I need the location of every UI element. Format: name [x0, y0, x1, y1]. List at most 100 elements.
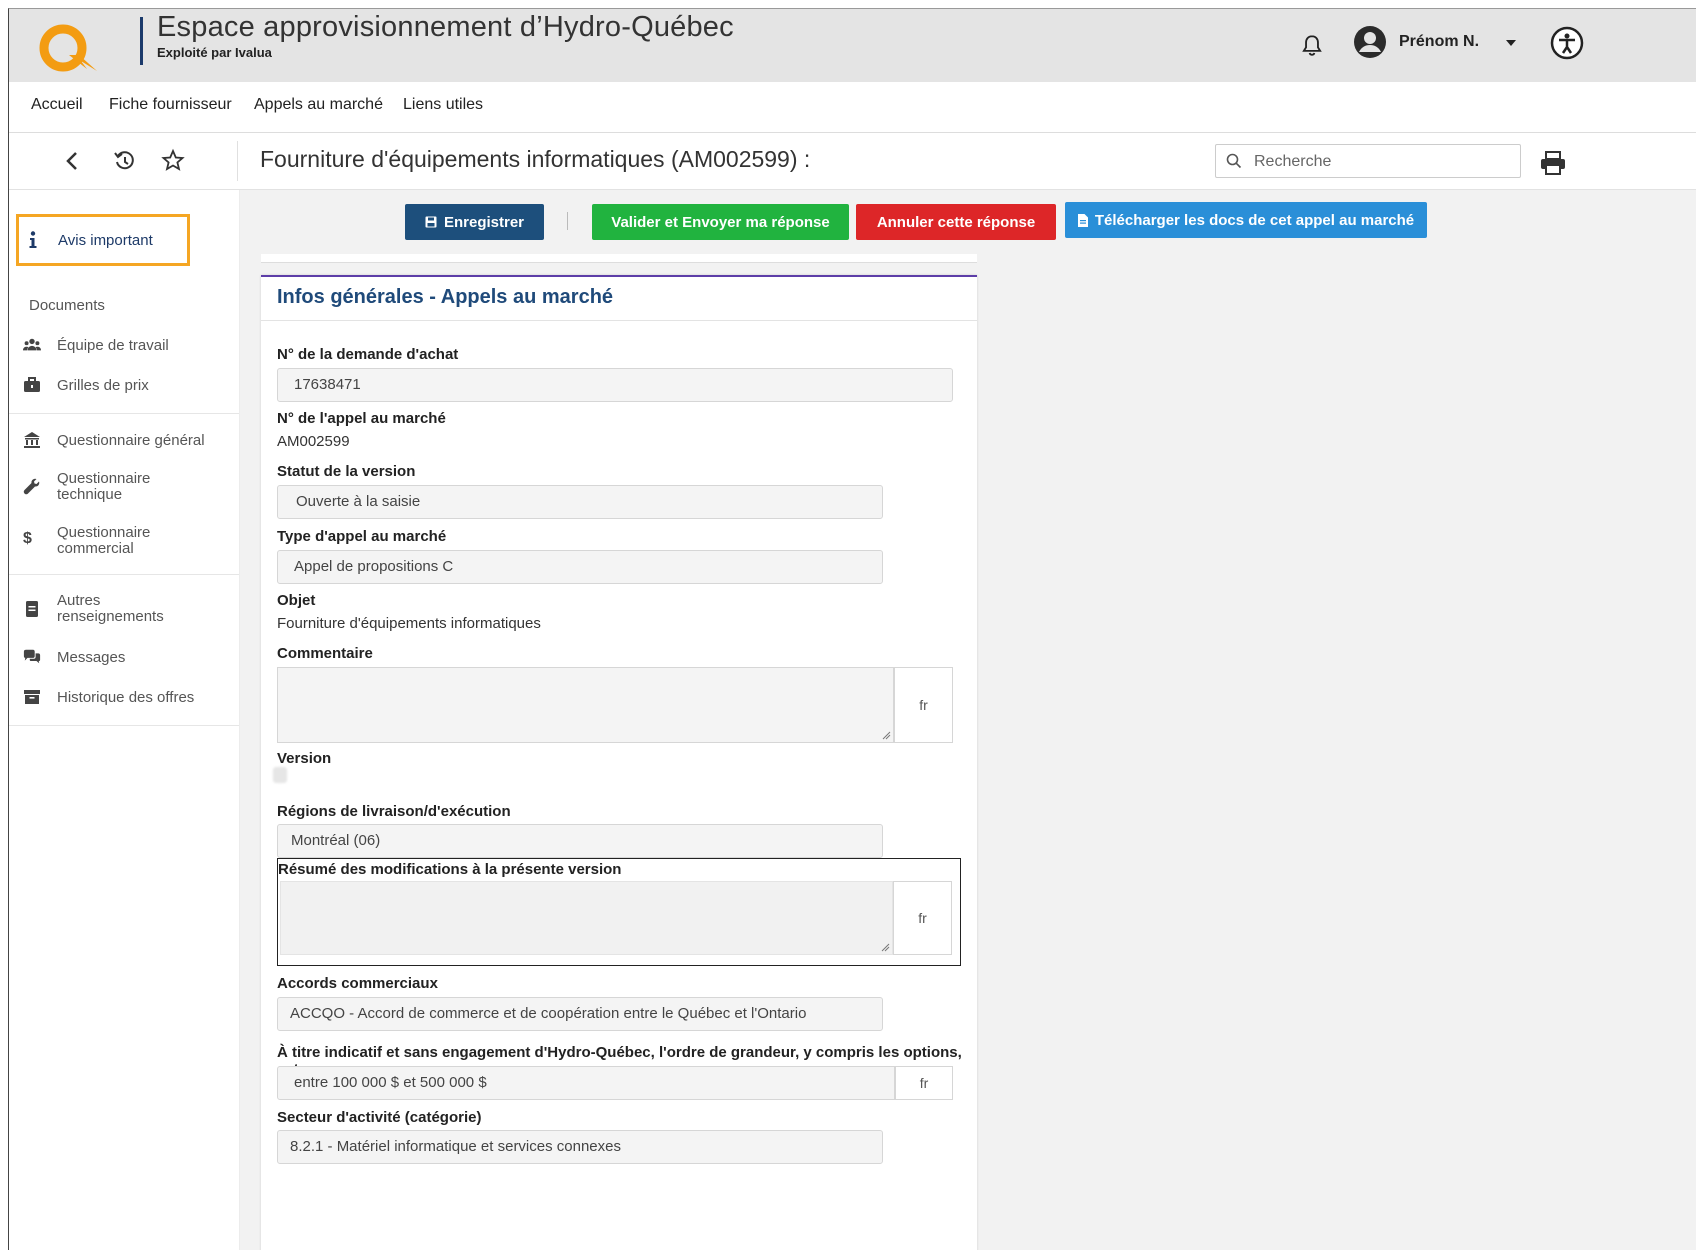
sidebar-item-grilles-de-prix[interactable]: Grilles de prix	[9, 376, 239, 396]
sidebar-item-documents[interactable]: Documents	[9, 297, 239, 317]
secteur-label: Secteur d'activité (catégorie)	[277, 1109, 482, 1126]
type-appel-label: Type d'appel au marché	[277, 528, 447, 545]
download-label: Télécharger les docs de cet appel au mar…	[1094, 211, 1415, 229]
submit-response-button[interactable]: Valider et Envoyer ma réponse	[592, 204, 849, 240]
toolbar-separator	[237, 141, 238, 181]
sidebar-item-label: Autres renseignements	[57, 592, 164, 625]
regions-label: Régions de livraison/d'exécution	[277, 803, 511, 820]
nav-item-fiche-fournisseur[interactable]: Fiche fournisseur	[109, 96, 232, 114]
accords-field: ACCQO - Accord de commerce et de coopéra…	[277, 997, 883, 1031]
sidebar-item-label: Messages	[57, 649, 126, 666]
statut-version-field: Ouverte à la saisie	[277, 485, 883, 519]
resume-lang-button[interactable]: fr	[893, 881, 952, 955]
users-icon	[23, 338, 41, 351]
sidebar-item-label: Questionnaire technique	[57, 470, 151, 503]
sidebar-item-historique-des-offres[interactable]: Historique des offres	[9, 688, 239, 708]
type-appel-field: Appel de propositions C	[277, 550, 883, 584]
resume-textarea[interactable]	[280, 881, 893, 955]
cancel-response-button[interactable]: Annuler cette réponse	[856, 204, 1056, 240]
save-label: Enregistrer	[443, 213, 525, 231]
cancel-label: Annuler cette réponse	[876, 213, 1036, 231]
top-header: Espace approvisionnement d’Hydro-Québec …	[9, 9, 1696, 82]
sidebar-item-equipe-de-travail[interactable]: Équipe de travail	[9, 336, 239, 356]
accords-label: Accords commerciaux	[277, 975, 438, 992]
resume-highlight-box: Résumé des modifications à la présente v…	[277, 858, 961, 966]
nav-item-liens-utiles[interactable]: Liens utiles	[403, 96, 483, 114]
regions-field: Montréal (06)	[277, 824, 883, 858]
sidebar-divider	[9, 413, 239, 414]
print-icon[interactable]	[1539, 150, 1567, 176]
brand-separator	[140, 17, 143, 65]
search-box[interactable]	[1215, 144, 1521, 178]
nav-item-appels-au-marche[interactable]: Appels au marché	[254, 96, 383, 114]
version-value-blurred	[273, 767, 287, 783]
sidebar-item-questionnaire-technique[interactable]: Questionnaire technique	[9, 470, 239, 504]
appel-marche-value: AM002599	[277, 433, 350, 450]
version-label: Version	[277, 750, 332, 767]
resize-handle-icon[interactable]	[881, 943, 890, 952]
resume-label: Résumé des modifications à la présente v…	[278, 861, 622, 878]
commentaire-lang-button[interactable]: fr	[894, 667, 953, 743]
app-window: Espace approvisionnement d’Hydro-Québec …	[8, 8, 1696, 1250]
save-button[interactable]: Enregistrer	[405, 204, 544, 240]
submit-label: Valider et Envoyer ma réponse	[611, 213, 830, 231]
accessibility-icon[interactable]	[1550, 26, 1584, 60]
chevron-down-icon[interactable]	[1505, 39, 1517, 47]
app-subtitle: Exploité par Ivalua	[157, 45, 272, 60]
sidebar-item-label: Grilles de prix	[57, 377, 149, 394]
collapsed-panel	[261, 254, 977, 263]
sidebar: Avis important Documents Équipe de trava…	[9, 190, 240, 1250]
page-toolbar: Fourniture d'équipements informatiques (…	[9, 133, 1696, 190]
main-nav: Accueil Fiche fournisseur Appels au marc…	[9, 82, 1696, 133]
objet-label: Objet	[277, 592, 316, 609]
card-divider	[261, 320, 977, 321]
history-icon[interactable]	[111, 147, 139, 175]
hydro-quebec-logo[interactable]	[33, 21, 103, 77]
sidebar-item-label: Documents	[29, 297, 105, 314]
sidebar-item-label: Avis important	[58, 232, 153, 249]
sidebar-item-label: Équipe de travail	[57, 337, 169, 354]
user-name[interactable]: Prénom N.	[1399, 33, 1479, 51]
app-title: Espace approvisionnement d’Hydro-Québec	[157, 11, 734, 43]
bank-icon	[24, 432, 40, 448]
card-title: Infos générales - Appels au marché	[277, 286, 614, 308]
sidebar-item-autres-renseignements[interactable]: Autres renseignements	[9, 592, 239, 626]
sidebar-item-label: Questionnaire commercial	[57, 524, 151, 557]
secteur-field: 8.2.1 - Matériel informatique et service…	[277, 1130, 883, 1164]
sidebar-item-questionnaire-general[interactable]: Questionnaire général	[9, 431, 239, 451]
dollar-icon: $	[23, 530, 32, 547]
sidebar-item-label: Historique des offres	[57, 689, 195, 706]
general-info-card: Infos générales - Appels au marché N° de…	[261, 275, 977, 1250]
commentaire-label: Commentaire	[277, 645, 373, 662]
indicatif-field: entre 100 000 $ et 500 000 $	[277, 1066, 895, 1100]
sidebar-divider	[9, 574, 239, 575]
search-input[interactable]	[1252, 149, 1516, 175]
document-icon	[26, 601, 38, 617]
statut-version-label: Statut de la version	[277, 463, 416, 480]
objet-value: Fourniture d'équipements informatiques	[277, 615, 541, 632]
chat-icon	[23, 649, 41, 664]
back-arrow-icon[interactable]	[59, 147, 87, 175]
file-icon	[1077, 213, 1088, 227]
appel-marche-label: N° de l'appel au marché	[277, 410, 446, 427]
demande-achat-field: 17638471	[277, 368, 953, 402]
wrench-icon	[23, 478, 40, 495]
search-icon	[1226, 153, 1242, 169]
sidebar-item-label: Questionnaire général	[57, 432, 205, 449]
user-avatar-icon[interactable]	[1353, 25, 1387, 59]
nav-item-accueil[interactable]: Accueil	[31, 96, 83, 114]
download-docs-button[interactable]: Télécharger les docs de cet appel au mar…	[1065, 202, 1427, 238]
demande-achat-label: N° de la demande d'achat	[277, 346, 459, 363]
resize-handle-icon[interactable]	[882, 731, 891, 740]
button-separator	[567, 212, 568, 230]
indicatif-lang-button[interactable]: fr	[895, 1066, 953, 1100]
commentaire-textarea[interactable]	[277, 667, 894, 743]
sidebar-item-questionnaire-commercial[interactable]: $ Questionnaire commercial	[9, 524, 239, 558]
briefcase-icon	[24, 377, 40, 392]
sidebar-item-avis-important[interactable]: Avis important	[16, 214, 190, 266]
star-icon[interactable]	[159, 147, 187, 175]
bell-icon[interactable]	[1299, 33, 1325, 59]
archive-icon	[24, 690, 40, 704]
sidebar-item-messages[interactable]: Messages	[9, 648, 239, 668]
save-icon	[425, 216, 437, 228]
